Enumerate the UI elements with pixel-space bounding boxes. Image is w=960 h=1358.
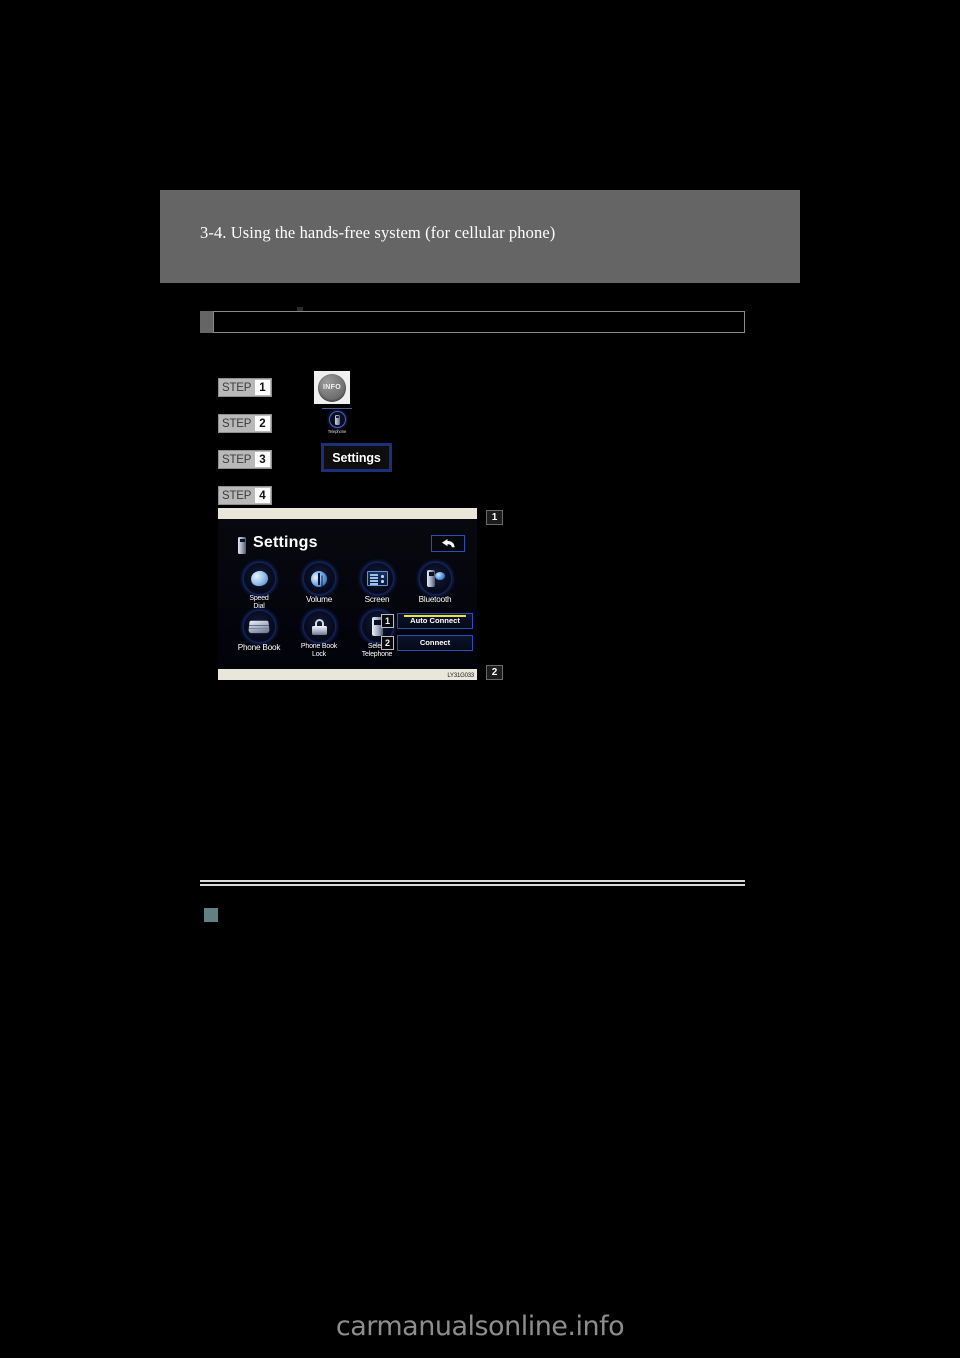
settings-item-phone-book-lock[interactable]: Phone Book Lock [290,611,348,659]
telephone-button-illustration: Telephone [322,408,352,436]
settings-grid-row-1: Speed Dial Volume Screen Bluetooth [218,563,477,611]
settings-item-bluetooth[interactable]: Bluetooth [406,563,464,604]
step-4-number: 4 [255,488,270,503]
info-knob-icon: INFO [318,373,346,402]
back-button[interactable] [431,535,465,552]
step-3-number: 3 [255,452,270,467]
phone-book-icon [243,611,275,642]
screen-label: Screen [364,595,390,604]
settings-button-label: Settings [332,450,381,465]
screen-icon [361,563,393,594]
connect-button-group: 1 Auto Connect 2 Connect [381,612,473,656]
phone-book-lock-label-line1: Phone Book [300,643,338,650]
chapter-title: 3-4. Using the hands-free system (for ce… [200,223,556,242]
phone-book-lock-label-line2: Lock [312,651,326,658]
step-4: STEP 4 [218,486,272,505]
chapter-header-band: 3-4. Using the hands-free system (for ce… [160,190,800,283]
back-arrow-icon [441,539,454,548]
connect-label: Connect [419,638,451,647]
step-3: STEP 3 [218,450,272,469]
site-watermark: carmanualsonline.info [335,1311,625,1342]
step-1-word: STEP [222,381,252,394]
speed-dial-icon [243,563,275,594]
info-button-label: INFO [323,384,341,391]
settings-screen-illustration: Settings Speed Dial Volume Screen Blueto… [218,508,477,680]
settings-item-volume[interactable]: Volume [290,563,348,604]
screen-body: Settings Speed Dial Volume Screen Blueto… [218,519,477,669]
volume-label: Volume [305,595,333,604]
step-1: STEP 1 [218,378,272,397]
bluetooth-phone-icon [419,563,451,594]
callout-badge-1: 1 [486,510,503,525]
phone-book-lock-icon [303,611,335,642]
speed-dial-label-line1: Speed [249,595,269,602]
step-3-word: STEP [222,453,252,466]
telephone-button-label: Telephone [327,429,347,434]
cellular-phone-icon [238,537,246,554]
screen-header: Settings [218,533,477,559]
info-button-illustration: INFO [314,371,350,404]
screen-bottom-strip: LY31G033 [218,669,477,680]
phone-book-label: Phone Book [237,643,281,652]
connect-button[interactable]: Connect [397,634,473,651]
screen-top-strip [218,508,477,519]
handset-glyph [334,414,340,425]
connect-row: 2 Connect [381,634,473,651]
section-divider-rule [200,880,745,886]
settings-item-screen[interactable]: Screen [348,563,406,604]
telephone-handset-icon [328,411,346,428]
section-tick-marker [200,311,213,333]
auto-connect-button[interactable]: Auto Connect [397,612,473,629]
settings-item-speed-dial[interactable]: Speed Dial [230,563,288,611]
settings-button-illustration: Settings [321,443,392,472]
settings-item-phone-book[interactable]: Phone Book [230,611,288,652]
speed-dial-label-line2: Dial [253,603,265,610]
connect-callout-badge: 2 [381,635,394,650]
section-title-box [213,311,745,333]
figure-code: LY31G033 [446,673,475,679]
step-4-word: STEP [222,489,252,502]
step-1-number: 1 [255,380,270,395]
volume-icon [303,563,335,594]
callout-badge-2: 2 [486,665,503,680]
auto-connect-label: Auto Connect [410,616,460,625]
step-2-number: 2 [255,416,270,431]
manual-page: 3-4. Using the hands-free system (for ce… [0,0,960,1358]
step-2-word: STEP [222,417,252,430]
subsection-bullet-marker [204,908,218,922]
auto-connect-callout-badge: 1 [381,613,394,628]
section-title-bar [200,307,745,333]
step-list: STEP 1 STEP 2 STEP 3 STEP 4 [218,378,288,522]
bluetooth-label: Bluetooth [418,595,452,604]
step-2: STEP 2 [218,414,272,433]
screen-title: Settings [253,534,318,551]
auto-connect-row: 1 Auto Connect [381,612,473,629]
